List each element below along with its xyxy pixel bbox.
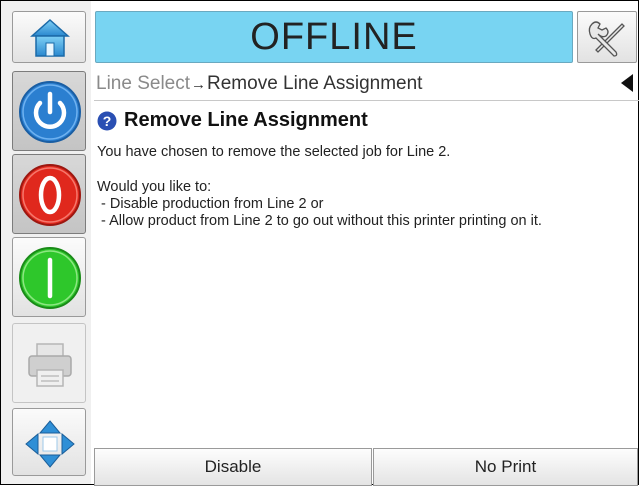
screen-frame: OFFLINE Line Select → Remove Line Assign… [0, 0, 639, 486]
footer-bar: Disable No Print [94, 448, 639, 486]
settings-button[interactable] [577, 11, 637, 63]
disable-button[interactable]: Disable [94, 448, 372, 486]
option-disable-text: - Disable production from Line 2 or [97, 196, 324, 212]
breadcrumb-current: Remove Line Assignment [207, 73, 423, 94]
no-print-button[interactable]: No Print [373, 448, 638, 486]
four-way-arrow-icon [25, 420, 75, 468]
power-icon [19, 81, 81, 143]
option-noprint-text: - Allow product from Line 2 to go out wi… [97, 213, 542, 229]
start-icon [19, 247, 81, 309]
home-button[interactable] [12, 11, 86, 63]
breadcrumb-separator: → [191, 75, 207, 93]
home-icon [30, 18, 70, 57]
left-toolbar [1, 1, 91, 484]
printer-icon [28, 343, 72, 387]
navigate-button[interactable] [12, 408, 86, 476]
help-icon: ? [97, 111, 117, 130]
dialog-prompt: Would you like to: [97, 179, 212, 195]
back-arrow-icon[interactable] [621, 74, 633, 92]
breadcrumb: Line Select → Remove Line Assignment [94, 68, 639, 101]
status-title: OFFLINE [250, 15, 418, 58]
start-button[interactable] [12, 237, 86, 317]
print-button[interactable] [12, 323, 86, 403]
svg-text:?: ? [103, 113, 112, 129]
status-title-bar: OFFLINE [95, 11, 573, 63]
dialog-content: ? Remove Line Assignment You have chosen… [97, 109, 637, 230]
power-button[interactable] [12, 71, 86, 151]
wrench-screwdriver-icon [588, 21, 625, 57]
dialog-message: You have chosen to remove the selected j… [97, 144, 451, 160]
dialog-heading: ? Remove Line Assignment [97, 109, 637, 132]
dialog-title: Remove Line Assignment [124, 109, 368, 131]
stop-icon [19, 164, 81, 226]
breadcrumb-parent[interactable]: Line Select [94, 73, 190, 95]
stop-button[interactable] [12, 154, 86, 234]
